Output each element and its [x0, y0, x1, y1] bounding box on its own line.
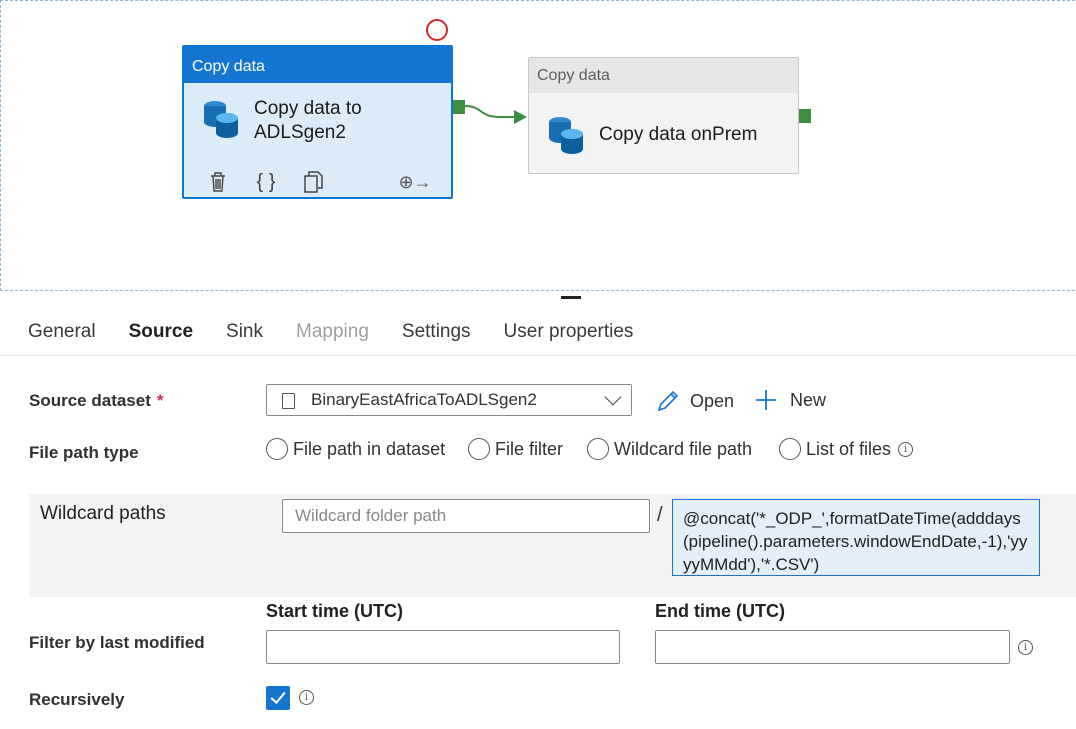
radio-circle[interactable] [266, 438, 288, 460]
open-label: Open [690, 390, 735, 411]
radio-circle[interactable] [587, 438, 609, 460]
pencil-icon [657, 390, 679, 412]
new-label: New [790, 389, 827, 410]
tab-sink[interactable]: Sink [226, 318, 263, 348]
info-icon[interactable]: i [898, 441, 914, 457]
info-icon[interactable]: i [299, 690, 314, 705]
activity-name-line2: ADLSgen2 [254, 122, 346, 143]
copy-activity-onprem[interactable]: Copy data Copy data onPrem [528, 57, 799, 174]
path-separator: / [657, 504, 663, 526]
radio-label: File filter [495, 438, 564, 459]
required-marker: * [156, 391, 164, 410]
status-circle-icon [426, 19, 448, 41]
tab-source[interactable]: Source [129, 318, 193, 348]
radio-circle[interactable] [468, 438, 490, 460]
success-output-port[interactable] [799, 109, 811, 123]
filter-by-last-modified-label: Filter by last modified [29, 633, 205, 652]
tabs-divider [0, 355, 1076, 356]
start-time-input[interactable] [266, 630, 620, 664]
source-dataset-label-text: Source dataset [29, 391, 151, 410]
radio-label: File path in dataset [293, 438, 446, 459]
tab-mapping[interactable]: Mapping [296, 318, 369, 348]
dataset-file-icon [282, 393, 295, 409]
radio-list-of-files[interactable]: List of files i [779, 438, 914, 460]
properties-tabs: General Source Sink Mapping Settings Use… [28, 318, 666, 348]
end-time-input[interactable] [655, 630, 1010, 664]
database-icon [549, 117, 583, 154]
chevron-down-icon [604, 388, 622, 406]
database-icon [204, 101, 238, 138]
radio-file-path-in-dataset[interactable]: File path in dataset [266, 438, 445, 460]
start-time-header: Start time (UTC) [266, 601, 404, 621]
activity-toolbar: { } ⊕→ [206, 169, 436, 197]
source-dataset-value: BinaryEastAfricaToADLSgen2 [311, 390, 537, 409]
wildcard-folder-path-input[interactable] [282, 499, 650, 533]
activity-header: Copy data [529, 58, 798, 93]
delete-icon[interactable] [206, 169, 230, 195]
recursively-checkbox[interactable] [266, 686, 290, 710]
file-path-type-label: File path type [29, 443, 139, 462]
activity-header: Copy data [184, 47, 451, 83]
source-dataset-select[interactable]: BinaryEastAfricaToADLSgen2 [266, 384, 632, 416]
end-time-header: End time (UTC) [655, 601, 785, 621]
source-dataset-label: Source dataset * [29, 391, 164, 411]
wildcard-paths-label: Wildcard paths [40, 503, 166, 524]
tab-general[interactable]: General [28, 318, 96, 348]
open-button[interactable]: Open [656, 389, 734, 413]
clone-icon[interactable] [302, 169, 326, 195]
tab-user-properties[interactable]: User properties [504, 318, 634, 348]
radio-file-filter[interactable]: File filter [468, 438, 563, 460]
tab-settings[interactable]: Settings [402, 318, 471, 348]
add-output-icon[interactable]: ⊕→ [398, 169, 432, 195]
radio-label: Wildcard file path [614, 438, 753, 459]
activity-name-line1: Copy data to [254, 98, 362, 119]
copy-activity-adlsgen2[interactable]: Copy data Copy data to ADLSgen2 { } ⊕→ [182, 45, 453, 199]
activity-name-line1: Copy data onPrem [599, 124, 758, 145]
recursively-label: Recursively [29, 690, 125, 709]
radio-circle[interactable] [779, 438, 801, 460]
code-icon[interactable]: { } [252, 169, 280, 195]
wildcard-file-name-expression[interactable]: @concat('*_ODP_',formatDateTime(adddays(… [672, 499, 1040, 576]
plus-icon [756, 390, 776, 410]
new-button[interactable]: New [755, 389, 826, 411]
radio-label: List of files [806, 438, 892, 459]
info-icon[interactable]: i [1018, 640, 1033, 655]
panel-resize-handle[interactable] [561, 296, 581, 299]
activity-connector [464, 105, 527, 124]
radio-wildcard-file-path[interactable]: Wildcard file path [587, 438, 752, 460]
